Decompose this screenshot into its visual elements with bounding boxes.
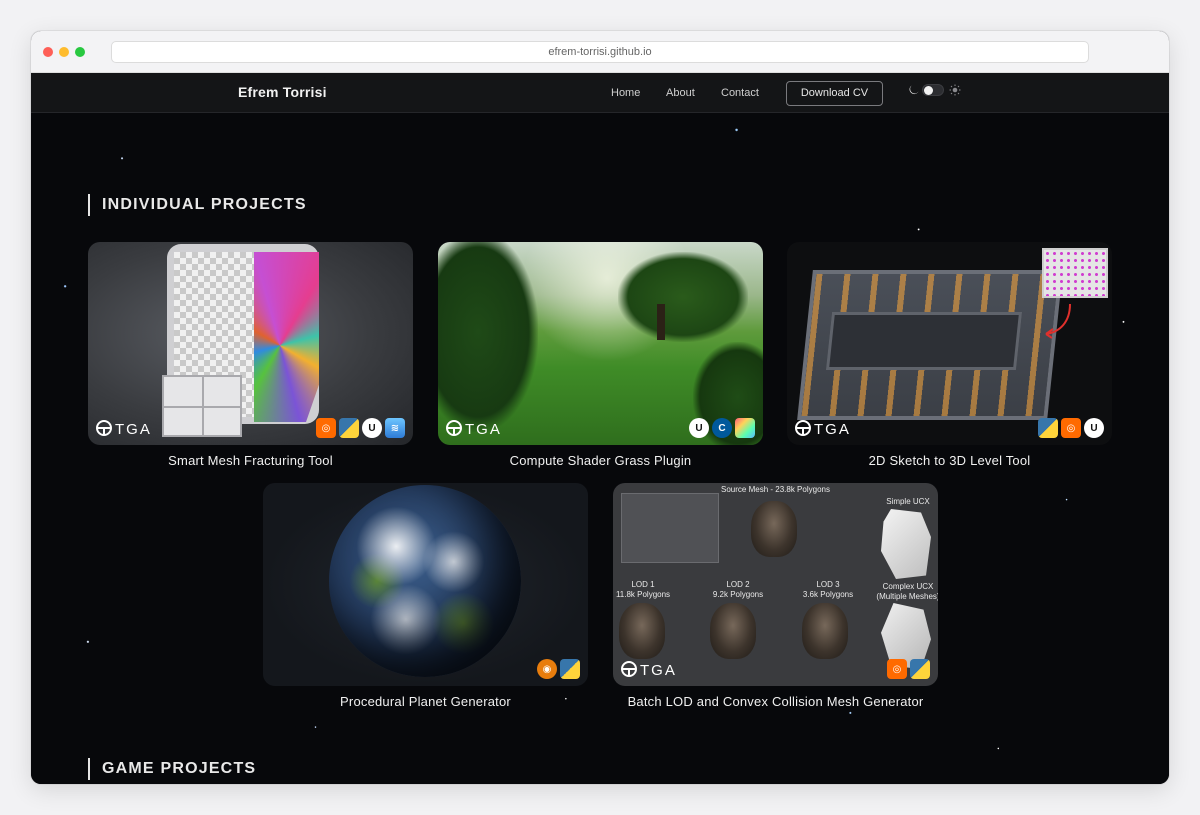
arrow-icon: [1045, 303, 1071, 339]
sketch-map-image: [1042, 248, 1108, 298]
unreal-icon: U: [689, 418, 709, 438]
toggle-knob: [924, 86, 933, 95]
project-title-grass-plugin[interactable]: Compute Shader Grass Plugin: [438, 453, 763, 468]
browser-window: efrem-torrisi.github.io Efrem Torrisi Ho…: [31, 31, 1169, 784]
houdini-icon: ◎: [316, 418, 336, 438]
simple-ucx-mesh-image: [881, 509, 931, 579]
level-room-image: [825, 312, 1023, 370]
cpp-icon: C: [712, 418, 732, 438]
tree-image: [438, 242, 538, 432]
vex-icon: ≋: [385, 418, 405, 438]
unreal-icon: U: [362, 418, 382, 438]
fracture-shards-image: [254, 252, 319, 422]
project-title-sketch-to-level[interactable]: 2D Sketch to 3D Level Tool: [787, 453, 1112, 468]
svg-text:TGA: TGA: [465, 421, 502, 437]
theme-toggle[interactable]: [922, 84, 944, 96]
tree-canopy-image: [618, 252, 748, 342]
portfolio-page: Efrem Torrisi Home About Contact Downloa…: [31, 73, 1169, 784]
minimize-window-button[interactable]: [59, 47, 69, 57]
tool-panel-image: [621, 493, 719, 563]
svg-text:TGA: TGA: [640, 662, 677, 678]
hlsl-icon: [735, 418, 755, 438]
project-card-grass-plugin[interactable]: TGA U C: [438, 242, 763, 445]
python-icon: [560, 659, 580, 679]
fracture-cube-image: [162, 375, 242, 437]
unreal-icon: U: [1084, 418, 1104, 438]
complex-ucx-caption: Complex UCX (Multiple Meshes): [876, 582, 938, 601]
svg-text:TGA: TGA: [814, 421, 851, 437]
tree-trunk-image: [657, 304, 665, 340]
python-icon: [339, 418, 359, 438]
moon-icon: [909, 85, 919, 95]
nav-link-contact[interactable]: Contact: [721, 87, 759, 99]
tech-badges: U C: [689, 418, 755, 438]
tga-logo: TGA: [795, 420, 851, 437]
tga-logo: TGA: [96, 420, 152, 437]
sun-icon: [949, 84, 961, 96]
lod3-mesh-image: [802, 603, 848, 659]
lod3-caption: LOD 3 3.6k Polygons: [802, 580, 854, 599]
project-title-lod-generator[interactable]: Batch LOD and Convex Collision Mesh Gene…: [613, 694, 938, 709]
project-title-mesh-fracturing[interactable]: Smart Mesh Fracturing Tool: [88, 453, 413, 468]
simple-ucx-caption: Simple UCX: [886, 497, 930, 506]
lod1-mesh-image: [619, 603, 665, 659]
top-navbar: Efrem Torrisi Home About Contact Downloa…: [31, 73, 1169, 113]
address-bar[interactable]: efrem-torrisi.github.io: [111, 41, 1089, 63]
lod2-mesh-image: [710, 603, 756, 659]
browser-chrome: efrem-torrisi.github.io: [31, 31, 1169, 73]
section-title-game-projects: GAME PROJECTS: [88, 758, 256, 780]
svg-text:TGA: TGA: [115, 421, 152, 437]
close-window-button[interactable]: [43, 47, 53, 57]
houdini-icon: ◎: [1061, 418, 1081, 438]
blender-icon: ◉: [537, 659, 557, 679]
planet-image: [329, 485, 521, 677]
project-card-sketch-to-level[interactable]: TGA ◎ U: [787, 242, 1112, 445]
download-cv-button[interactable]: Download CV: [786, 81, 883, 106]
tech-badges: ◎ U: [1038, 418, 1104, 438]
tga-logo: TGA: [621, 661, 677, 678]
lod2-caption: LOD 2 9.2k Polygons: [712, 580, 764, 599]
tech-badges: ◎: [887, 659, 930, 679]
nav-link-home[interactable]: Home: [611, 87, 640, 99]
tech-badges: ◎ U ≋: [316, 418, 405, 438]
python-icon: [910, 659, 930, 679]
project-card-lod-generator[interactable]: Source Mesh - 23.8k Polygons Simple UCX …: [613, 483, 938, 686]
lion-mesh-image: [751, 501, 797, 557]
project-card-planet-generator[interactable]: ◉: [263, 483, 588, 686]
houdini-icon: ◎: [887, 659, 907, 679]
site-brand[interactable]: Efrem Torrisi: [238, 84, 327, 100]
tga-logo: TGA: [446, 420, 502, 437]
nav-link-about[interactable]: About: [666, 87, 695, 99]
lod1-caption: LOD 1 11.8k Polygons: [615, 580, 671, 599]
project-title-planet-generator[interactable]: Procedural Planet Generator: [263, 694, 588, 709]
project-card-mesh-fracturing[interactable]: TGA ◎ U ≋: [88, 242, 413, 445]
maximize-window-button[interactable]: [75, 47, 85, 57]
python-icon: [1038, 418, 1058, 438]
tech-badges: ◉: [537, 659, 580, 679]
section-title-individual-projects: INDIVIDUAL PROJECTS: [88, 194, 307, 216]
